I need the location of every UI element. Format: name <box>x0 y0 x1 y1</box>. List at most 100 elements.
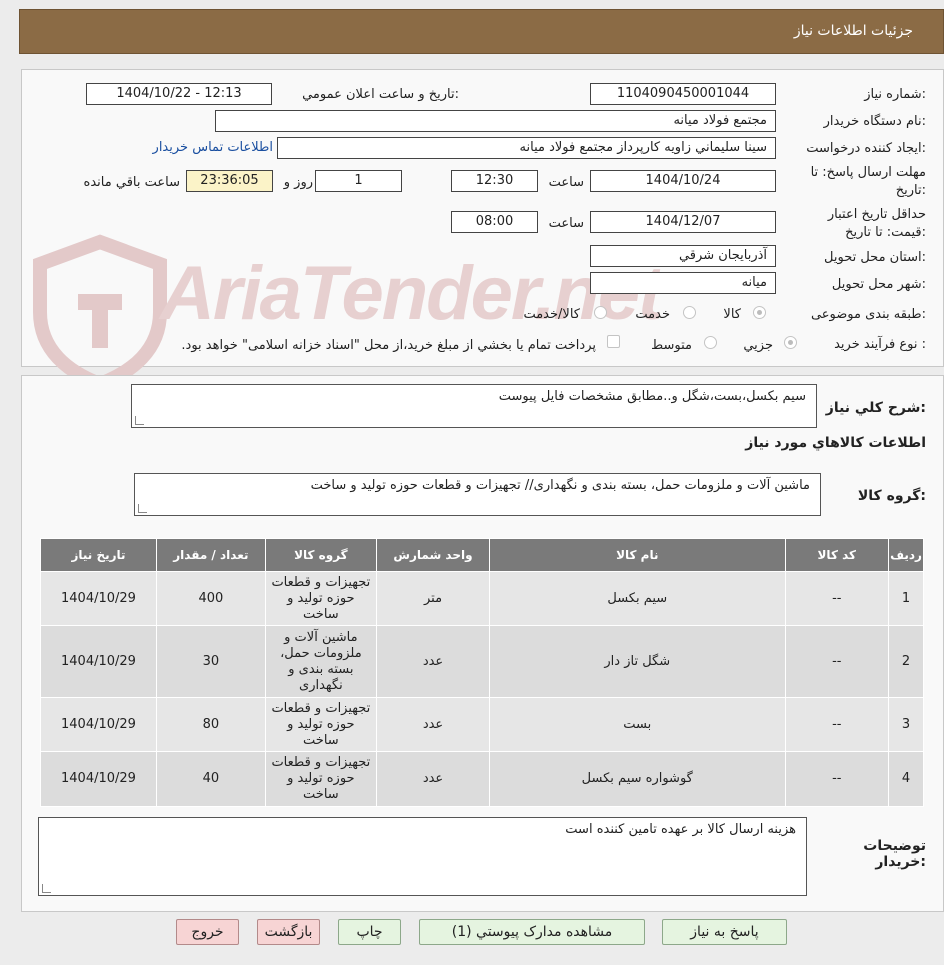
col-code: کد کالا <box>784 538 890 572</box>
goods-info-title: اطلاعات کالاهاي مورد نياز <box>745 435 926 451</box>
category-radio-service[interactable] <box>683 306 696 319</box>
category-option-service: خدمت <box>635 307 670 322</box>
table-row: 4 -- گوشواره سيم بکسل عدد تجهيزات و قطعا… <box>40 751 924 807</box>
view-attachments-button[interactable]: مشاهده مدارک پيوستي (1) <box>419 919 645 945</box>
treasury-checkbox[interactable] <box>607 335 620 348</box>
resize-grip-icon[interactable] <box>138 504 147 513</box>
print-button[interactable]: چاپ <box>338 919 401 945</box>
col-date: تاريخ نياز <box>40 538 157 572</box>
col-row: رديف <box>888 538 924 572</box>
cell-group: تجهيزات و قطعات حوزه توليد و ساخت <box>264 751 377 807</box>
category-option-goods-service: کالا/خدمت <box>523 307 580 322</box>
cell-name: سيم بکسل <box>489 571 786 626</box>
process-option-minor: جزيي <box>743 338 773 353</box>
cell-row: 3 <box>888 697 924 752</box>
cell-row: 2 <box>888 625 924 698</box>
buyer-notes-text: هزينه ارسال کالا بر عهده تامين کننده است <box>565 822 796 837</box>
province-field: آذربايجان شرقي <box>590 245 776 267</box>
resize-grip-icon[interactable] <box>42 884 51 893</box>
announce-datetime-field: 1404/10/22 - 12:13 <box>86 83 272 105</box>
payment-note: پرداخت تمام يا بخشي از مبلغ خريد،از محل … <box>181 338 596 353</box>
items-table-header: رديف کد کالا نام کالا واحد شمارش گروه کا… <box>40 538 924 572</box>
col-group: گروه کالا <box>264 538 377 572</box>
page-title: جزئیات اطلاعات نیاز <box>793 23 913 39</box>
goods-group-text: ماشين آلات و ملزومات حمل، بسته بندی و نگ… <box>310 478 810 493</box>
cell-qty: 400 <box>155 571 266 626</box>
cell-code: -- <box>784 625 890 698</box>
remaining-label: ساعت باقي مانده <box>83 175 180 190</box>
validity-label: حداقل تاريخ اعتبار قيمت: تا تاريخ: <box>827 207 926 240</box>
category-label: طبقه بندی موضوعی: <box>810 307 926 322</box>
col-name: نام کالا <box>489 538 786 572</box>
buyer-org-field: مجتمع فولاد ميانه <box>215 110 776 132</box>
deadline-time-field: 12:30 <box>451 170 538 192</box>
cell-date: 1404/10/29 <box>40 571 157 626</box>
days-label: روز و <box>283 175 313 190</box>
cell-date: 1404/10/29 <box>40 697 157 752</box>
validity-time-field: 08:00 <box>451 211 538 233</box>
back-button[interactable]: بازگشت <box>257 919 320 945</box>
cell-date: 1404/10/29 <box>40 751 157 807</box>
deadline-date-field: 1404/10/24 <box>590 170 776 192</box>
cell-group: تجهيزات و قطعات حوزه توليد و ساخت <box>264 697 377 752</box>
province-label: استان محل تحويل: <box>824 250 926 265</box>
cell-qty: 30 <box>155 625 266 698</box>
cell-qty: 40 <box>155 751 266 807</box>
cell-code: -- <box>784 571 890 626</box>
category-radio-goods[interactable] <box>753 306 766 319</box>
col-qty: تعداد / مقدار <box>155 538 266 572</box>
city-field: ميانه <box>590 272 776 294</box>
process-radio-minor[interactable] <box>784 336 797 349</box>
buyer-contact-link[interactable]: اطلاعات تماس خريدار <box>153 140 273 155</box>
col-unit: واحد شمارش <box>375 538 491 572</box>
table-row: 2 -- شگل تاز دار عدد ماشين آلات و ملزوما… <box>40 625 924 698</box>
announce-datetime-label: تاریخ و ساعت اعلان عمومي: <box>302 87 459 102</box>
items-table: رديف کد کالا نام کالا واحد شمارش گروه کا… <box>40 538 924 807</box>
process-label: نوع فرآيند خريد : <box>834 337 926 352</box>
validity-time-label: ساعت <box>548 216 584 231</box>
cell-row: 1 <box>888 571 924 626</box>
reply-button[interactable]: پاسخ به نياز <box>662 919 787 945</box>
days-remaining-field: 1 <box>315 170 402 192</box>
cell-unit: عدد <box>375 625 491 698</box>
deadline-label: مهلت ارسال پاسخ: تا تاريخ: <box>810 165 926 198</box>
cell-code: -- <box>784 751 890 807</box>
summary-text: سيم بکسل،بست،شگل و..مطابق مشخصات فايل پي… <box>498 389 806 404</box>
cell-date: 1404/10/29 <box>40 625 157 698</box>
goods-group-textarea: ماشين آلات و ملزومات حمل، بسته بندی و نگ… <box>134 473 821 516</box>
buyer-notes-textarea: هزينه ارسال کالا بر عهده تامين کننده است <box>38 817 807 896</box>
requester-field: سينا سليماني زاويه کارپرداز مجتمع فولاد … <box>277 137 776 159</box>
exit-button[interactable]: خروج <box>176 919 239 945</box>
cell-group: ماشين آلات و ملزومات حمل، بسته بندی و نگ… <box>264 625 377 698</box>
cell-qty: 80 <box>155 697 266 752</box>
buyer-notes-label: توضيحات خريدار: <box>863 838 926 870</box>
cell-unit: عدد <box>375 697 491 752</box>
process-option-medium: متوسط <box>651 338 692 353</box>
need-number-label: شماره نیاز: <box>864 87 926 102</box>
category-option-goods: کالا <box>723 307 741 322</box>
cell-name: شگل تاز دار <box>489 625 786 698</box>
summary-textarea: سيم بکسل،بست،شگل و..مطابق مشخصات فايل پي… <box>131 384 817 428</box>
category-radio-goods-service[interactable] <box>594 306 607 319</box>
cell-unit: عدد <box>375 751 491 807</box>
city-label: شهر محل تحويل: <box>831 277 926 292</box>
cell-row: 4 <box>888 751 924 807</box>
table-row: 1 -- سيم بکسل متر تجهيزات و قطعات حوزه ت… <box>40 571 924 626</box>
validity-date-field: 1404/12/07 <box>590 211 776 233</box>
cell-unit: متر <box>375 571 491 626</box>
deadline-time-label: ساعت <box>548 175 584 190</box>
requester-label: ايجاد کننده درخواست: <box>806 141 926 156</box>
cell-name: بست <box>489 697 786 752</box>
need-number-field: 1104090450001044 <box>590 83 776 105</box>
process-radio-medium[interactable] <box>704 336 717 349</box>
summary-label: شرح کلي نياز: <box>825 400 926 416</box>
cell-code: -- <box>784 697 890 752</box>
resize-grip-icon[interactable] <box>135 416 144 425</box>
table-row: 3 -- بست عدد تجهيزات و قطعات حوزه توليد … <box>40 697 924 752</box>
goods-group-label: گروه کالا: <box>857 488 926 504</box>
cell-name: گوشواره سيم بکسل <box>489 751 786 807</box>
cell-group: تجهيزات و قطعات حوزه توليد و ساخت <box>264 571 377 626</box>
buyer-org-label: نام دستگاه خريدار: <box>823 114 926 129</box>
remaining-time-field: 23:36:05 <box>186 170 273 192</box>
page-header: جزئیات اطلاعات نیاز <box>19 9 944 54</box>
